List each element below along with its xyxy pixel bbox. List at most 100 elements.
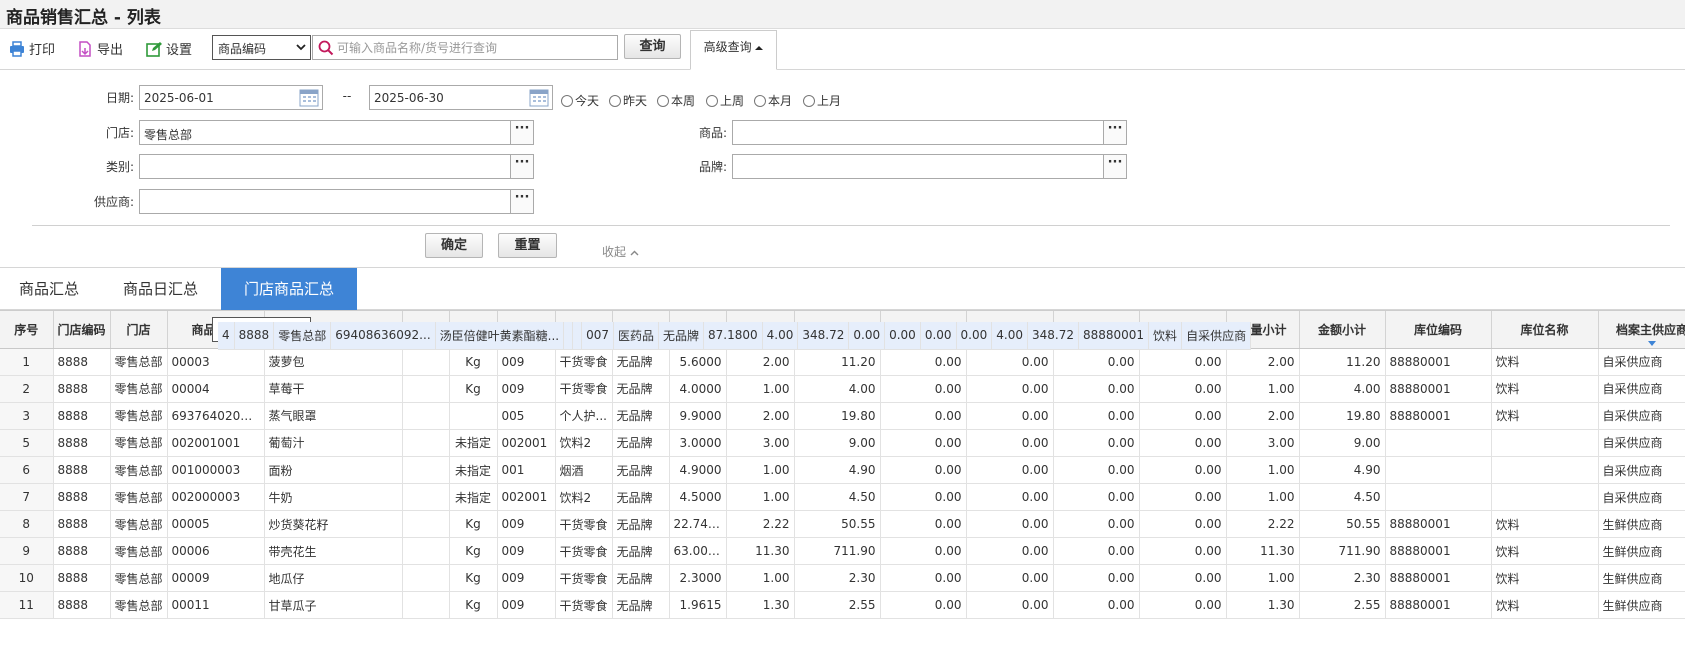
product-field[interactable] bbox=[732, 120, 1104, 145]
product-picker-button[interactable]: ··· bbox=[1103, 120, 1127, 145]
store-picker-button[interactable]: ··· bbox=[510, 120, 534, 145]
quick-date-today[interactable]: 今天 bbox=[561, 92, 599, 109]
tab-product-summary[interactable]: 商品汇总 bbox=[0, 268, 98, 310]
table-cell: 0.00 bbox=[966, 564, 1054, 592]
column-header[interactable]: 门店编码 bbox=[53, 311, 111, 349]
chevron-down-icon bbox=[296, 44, 306, 51]
table-cell: 饮料 bbox=[1491, 591, 1599, 619]
printer-icon bbox=[10, 40, 24, 57]
table-cell: 生鲜供应商 bbox=[1598, 510, 1685, 538]
table-row[interactable]: 9 8888 零售总部 00006 带壳花生 Kg 009 干货零食 无品牌 63.0000 11.… bbox=[0, 537, 1685, 565]
table-row[interactable]: 1 8888 零售总部 00003 菠萝包 Kg 009 干货零食 无品牌 5.6000 2.00 1… bbox=[0, 348, 1685, 376]
quick-date-last-week[interactable]: 上周 bbox=[706, 92, 744, 109]
table-row[interactable]: 7 8888 零售总部 002000003 牛奶 未指定 002001 饮料2 无品牌 4.500… bbox=[0, 483, 1685, 511]
table-cell: 饮料2 bbox=[555, 483, 613, 511]
toolbar: 打印 导出 设置 商品编码 查询 高级查询 bbox=[0, 29, 1685, 70]
table-cell: 4 bbox=[218, 322, 235, 350]
table-cell: 零售总部 bbox=[110, 348, 168, 376]
table-cell: 88880001 bbox=[1385, 348, 1492, 376]
confirm-button[interactable]: 确定 bbox=[425, 233, 483, 258]
supplier-picker-button[interactable]: ··· bbox=[510, 189, 534, 214]
table-cell: 69408636092... bbox=[330, 322, 436, 350]
reset-button[interactable]: 重置 bbox=[498, 233, 557, 258]
calendar-icon[interactable] bbox=[299, 88, 319, 107]
table-cell: 4.5000 bbox=[669, 483, 727, 511]
date-to-field[interactable]: 2025-06-30 bbox=[369, 85, 553, 110]
table-cell: 饮料 bbox=[1491, 348, 1599, 376]
date-from-field[interactable]: 2025-06-01 bbox=[139, 85, 323, 110]
table-row[interactable]: 2 8888 零售总部 00004 草莓干 Kg 009 干货零食 无品牌 4.0000 1.00 4… bbox=[0, 375, 1685, 403]
table-row[interactable]: 6 8888 零售总部 001000003 面粉 未指定 001 烟酒 无品牌 4.9000 1.0… bbox=[0, 456, 1685, 484]
table-cell: 8888 bbox=[53, 429, 111, 457]
table-cell: 11.30 bbox=[726, 537, 795, 565]
category-label: 类别: bbox=[105, 160, 134, 174]
collapse-link[interactable]: 收起 bbox=[602, 243, 639, 260]
category-field[interactable] bbox=[139, 154, 511, 179]
table-cell bbox=[402, 402, 450, 430]
calendar-icon[interactable] bbox=[529, 88, 549, 107]
column-header[interactable]: 档案主供应商 bbox=[1598, 311, 1685, 349]
column-header[interactable]: 序号 bbox=[0, 311, 54, 349]
table-cell: 无品牌 bbox=[612, 591, 670, 619]
table-cell: 0.00 bbox=[880, 483, 967, 511]
quick-date-this-week[interactable]: 本周 bbox=[657, 92, 695, 109]
search-field-select[interactable]: 商品编码 bbox=[212, 35, 311, 60]
table-row[interactable]: 8 8888 零售总部 00005 炒货葵花籽 Kg 009 干货零食 无品牌 22.7467 2.… bbox=[0, 510, 1685, 538]
brand-picker-button[interactable]: ··· bbox=[1103, 154, 1127, 179]
table-cell: 无品牌 bbox=[612, 429, 670, 457]
table-cell bbox=[563, 322, 574, 350]
table-cell: 11 bbox=[0, 591, 54, 619]
quick-date-label: 上周 bbox=[720, 94, 745, 108]
column-header[interactable]: 库位编码 bbox=[1385, 311, 1492, 349]
column-header[interactable]: 库位名称 bbox=[1491, 311, 1599, 349]
brand-field[interactable] bbox=[732, 154, 1104, 179]
table-cell: 无品牌 bbox=[612, 537, 670, 565]
column-header[interactable]: 金额小计 bbox=[1299, 311, 1386, 349]
table-cell: 3.00 bbox=[726, 429, 795, 457]
table-cell: Kg bbox=[449, 348, 498, 376]
table-row[interactable]: 5 8888 零售总部 002001001 葡萄汁 未指定 002001 饮料2 无品牌 3.00… bbox=[0, 429, 1685, 457]
divider bbox=[32, 225, 1670, 226]
radio-circle bbox=[706, 94, 718, 107]
table-cell: 1.00 bbox=[1226, 375, 1300, 403]
table-cell: 0.00 bbox=[880, 591, 967, 619]
table-cell: 无品牌 bbox=[612, 456, 670, 484]
tab-product-daily-summary[interactable]: 商品日汇总 bbox=[111, 268, 210, 310]
table-cell: 零售总部 bbox=[110, 564, 168, 592]
table-cell: 69376402048... bbox=[167, 402, 265, 430]
table-row[interactable]: 11 8888 零售总部 00011 甘草瓜子 Kg 009 干货零食 无品牌 1.9615 1.3… bbox=[0, 591, 1685, 619]
table-cell: 零售总部 bbox=[273, 322, 332, 350]
table-cell: 711.90 bbox=[794, 537, 881, 565]
table-cell: 干货零食 bbox=[555, 510, 613, 538]
table-cell: 汤臣倍健叶黄素酯糖... bbox=[435, 322, 565, 350]
quick-date-last-month[interactable]: 上月 bbox=[803, 92, 841, 109]
table-cell: 0.00 bbox=[880, 429, 967, 457]
table-row[interactable]: 10 8888 零售总部 00009 地瓜仔 Kg 009 干货零食 无品牌 2.3000 1.00… bbox=[0, 564, 1685, 592]
settings-button[interactable]: 设置 bbox=[146, 39, 192, 58]
quick-date-this-month[interactable]: 本月 bbox=[754, 92, 792, 109]
query-button[interactable]: 查询 bbox=[624, 34, 681, 59]
export-button[interactable]: 导出 bbox=[77, 39, 123, 58]
tab-store-product-summary[interactable]: 门店商品汇总 bbox=[221, 268, 357, 310]
table-row[interactable]: 4 8888 零售总部 69408636092... 汤臣倍健叶黄素酯糖... 007 医药… bbox=[212, 317, 1252, 350]
export-label: 导出 bbox=[97, 43, 124, 58]
advanced-query-toggle[interactable]: 高级查询 bbox=[690, 30, 777, 70]
table-cell: 无品牌 bbox=[658, 322, 705, 350]
search-input[interactable] bbox=[337, 37, 615, 58]
column-header[interactable]: 门店 bbox=[110, 311, 168, 349]
table-cell: 2.22 bbox=[1226, 510, 1300, 538]
table-cell: 8888 bbox=[53, 591, 111, 619]
table-row[interactable]: 3 8888 零售总部 69376402048... 蒸气眼罩 005 个人护... 无品牌 9… bbox=[0, 402, 1685, 430]
advanced-filter-panel: 日期: 2025-06-01 -- 2025-06-30 今天 昨天 本周 上周… bbox=[0, 70, 1685, 268]
table-cell: 2.55 bbox=[794, 591, 881, 619]
table-cell: Kg bbox=[449, 510, 498, 538]
table-cell: 自采供应商 bbox=[1598, 402, 1685, 430]
table-cell: 无品牌 bbox=[612, 483, 670, 511]
quick-date-yesterday[interactable]: 昨天 bbox=[609, 92, 647, 109]
store-field[interactable]: 零售总部 bbox=[139, 120, 511, 145]
supplier-field[interactable] bbox=[139, 189, 511, 214]
table-cell: 0.00 bbox=[966, 375, 1054, 403]
print-button[interactable]: 打印 bbox=[9, 39, 55, 58]
category-picker-button[interactable]: ··· bbox=[510, 154, 534, 179]
table-cell: 2.3000 bbox=[669, 564, 727, 592]
